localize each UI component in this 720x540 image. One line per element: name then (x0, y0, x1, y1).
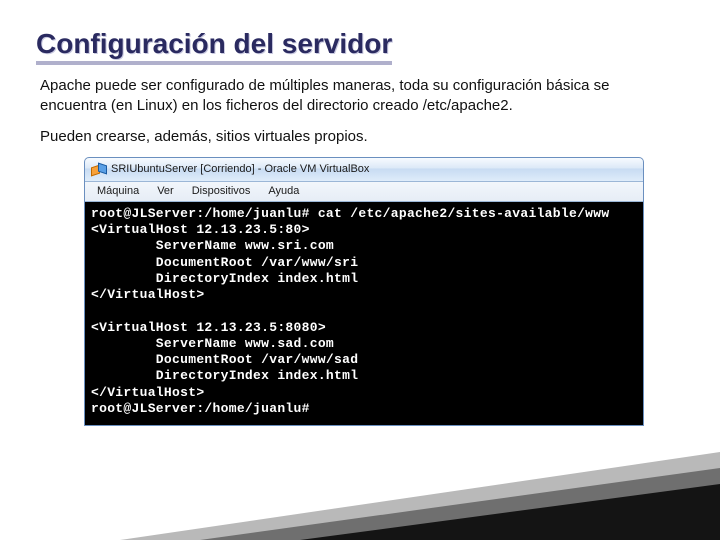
slide-decor (0, 450, 720, 540)
paragraph-1: Apache puede ser configurado de múltiple… (40, 76, 680, 117)
terminal-output[interactable]: root@JLServer:/home/juanlu# cat /etc/apa… (85, 202, 643, 425)
menu-ver[interactable]: Ver (149, 183, 182, 199)
virtualbox-window: SRIUbuntuServer [Corriendo] - Oracle VM … (84, 157, 644, 426)
menu-maquina[interactable]: Máquina (89, 183, 147, 199)
title-text: Configuración del servidor (36, 28, 392, 65)
menu-bar: Máquina Ver Dispositivos Ayuda (85, 182, 643, 202)
page-title: Configuración del servidor (36, 28, 684, 60)
window-title-text: SRIUbuntuServer [Corriendo] - Oracle VM … (111, 163, 369, 175)
paragraph-2: Pueden crearse, además, sitios virtuales… (40, 127, 680, 147)
virtualbox-icon (91, 162, 105, 176)
window-titlebar[interactable]: SRIUbuntuServer [Corriendo] - Oracle VM … (85, 158, 643, 182)
menu-ayuda[interactable]: Ayuda (260, 183, 307, 199)
menu-dispositivos[interactable]: Dispositivos (184, 183, 259, 199)
